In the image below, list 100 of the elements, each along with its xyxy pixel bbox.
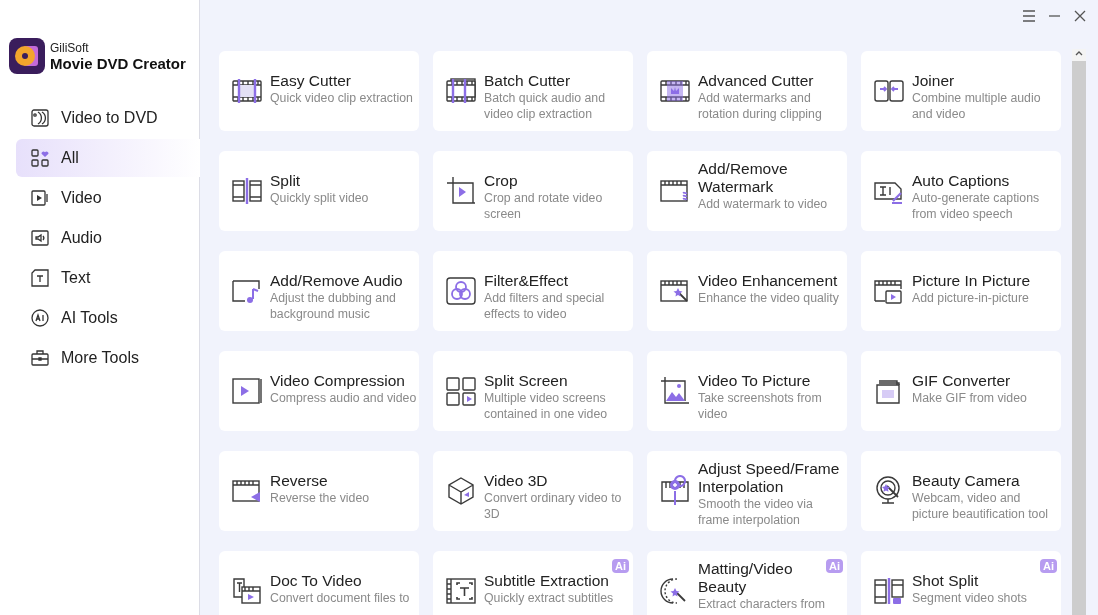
tool-title: Add/Remove Watermark xyxy=(698,160,789,196)
speed-icon xyxy=(659,475,691,507)
tool-card[interactable]: Split Quickly split video xyxy=(219,151,419,231)
tool-title: Video Compression xyxy=(270,372,405,390)
sidebar-item[interactable]: More Tools xyxy=(16,339,200,377)
tool-title: Video Enhancement xyxy=(698,272,838,290)
tool-description: Reverse the video xyxy=(270,490,370,506)
ai-badge: Ai xyxy=(1040,559,1057,573)
tool-description: Convert ordinary video to 3D xyxy=(484,490,623,522)
sidebar-item[interactable]: Audio xyxy=(16,219,200,257)
tool-title: Video To Picture xyxy=(698,372,811,390)
tool-title: Shot Split xyxy=(912,572,979,590)
tool-card[interactable]: Video To Picture Take screenshots from video xyxy=(647,351,847,431)
tool-card[interactable]: Auto Captions Auto-generate captions from video speech xyxy=(861,151,1061,231)
tool-description: Auto-generate captions from video speech xyxy=(912,190,1041,222)
tool-title: Split Screen xyxy=(484,372,568,390)
tool-card[interactable]: Advanced Cutter Add watermarks and rotation during clipping xyxy=(647,51,847,131)
tool-description: Crop and rotate video screen xyxy=(484,190,604,222)
sidebar-item[interactable]: Text xyxy=(16,259,200,297)
brand-name: GiliSoft xyxy=(50,40,90,55)
minimize-icon xyxy=(1049,14,1060,17)
subtitle-icon xyxy=(445,575,477,607)
tool-card[interactable]: Video Compression Compress audio and video xyxy=(219,351,419,431)
tool-description: Enhance the video quality xyxy=(698,290,839,306)
ai-badge: Ai xyxy=(826,559,843,573)
text-icon xyxy=(30,268,50,288)
tool-title: Matting/Video Beauty xyxy=(698,560,794,596)
tool-description: Make GIF from video xyxy=(912,390,1027,406)
tool-title: Joiner xyxy=(912,72,955,90)
tool-card[interactable]: Video 3D Convert ordinary video to 3D xyxy=(433,451,633,531)
ai-badge: Ai xyxy=(612,559,629,573)
tool-card[interactable]: Add/Remove Audio Adjust the dubbing and background music xyxy=(219,251,419,331)
tool-card[interactable]: Video Enhancement Enhance the video quality xyxy=(647,251,847,331)
tool-card[interactable]: Picture In Picture Add picture-in-picture xyxy=(861,251,1061,331)
tool-description: Add watermarks and rotation during clipping xyxy=(698,90,823,122)
sidebar-item[interactable]: AI Tools xyxy=(16,299,200,337)
tool-description: Extract characters from xyxy=(698,596,826,612)
tool-description: Add watermark to video xyxy=(698,196,828,212)
tool-title: Batch Cutter xyxy=(484,72,571,90)
tool-title: Filter&Effect xyxy=(484,272,569,290)
tool-title: Video 3D xyxy=(484,472,548,490)
video-compress-icon xyxy=(231,375,263,407)
tool-description: Batch quick audio and video clip extraction xyxy=(484,90,606,122)
tool-card[interactable]: Split Screen Multiple video screens contained in one video xyxy=(433,351,633,431)
document-video-icon xyxy=(231,575,263,607)
tool-title: Crop xyxy=(484,172,518,190)
tool-description: Take screenshots from video xyxy=(698,390,823,422)
tool-card[interactable]: Add/Remove Watermark Add watermark to video xyxy=(647,151,847,231)
tool-card[interactable]: Matting/Video Beauty Extract characters from Ai xyxy=(647,551,847,615)
tool-description: Quickly extract subtitles xyxy=(484,590,614,606)
tool-card[interactable]: Joiner Combine multiple audio and video xyxy=(861,51,1061,131)
tool-title: Reverse xyxy=(270,472,328,490)
tool-title: Advanced Cutter xyxy=(698,72,814,90)
tool-description: Add picture-in-picture xyxy=(912,290,1029,306)
tool-title: Doc To Video xyxy=(270,572,362,590)
tool-description: Smooth the video via frame interpolation xyxy=(698,496,814,528)
split-film-icon xyxy=(873,575,905,607)
tool-title: Easy Cutter xyxy=(270,72,351,90)
tool-card[interactable]: Adjust Speed/Frame Interpolation Smooth the video via frame interpolation xyxy=(647,451,847,531)
menu-icon xyxy=(1021,7,1037,24)
tool-card[interactable]: Doc To Video Convert document files to xyxy=(219,551,419,615)
tool-description: Convert document files to xyxy=(270,590,410,606)
ai-icon xyxy=(30,308,50,328)
app-logo xyxy=(9,38,45,74)
tool-title: Beauty Camera xyxy=(912,472,1020,490)
tool-title: GIF Converter xyxy=(912,372,1011,390)
tool-title: Add/Remove Audio xyxy=(270,272,403,290)
cube-icon xyxy=(445,475,477,507)
tool-title: Split xyxy=(270,172,301,190)
circles-icon xyxy=(445,275,477,307)
tool-description: Webcam, video and picture beautification tool xyxy=(912,490,1050,522)
tool-card[interactable]: Crop Crop and rotate video screen xyxy=(433,151,633,231)
tool-description: Compress audio and video xyxy=(270,390,417,406)
sidebar-item[interactable]: Video xyxy=(16,179,200,217)
split-film-icon xyxy=(231,175,263,207)
grid-icon xyxy=(30,148,50,168)
tool-description: Quick video clip extraction xyxy=(270,90,413,106)
tool-description: Quickly split video xyxy=(270,190,369,206)
toolbox-icon xyxy=(30,348,50,368)
tool-description: Multiple video screens contained in one video xyxy=(484,390,609,422)
tool-card[interactable]: Batch Cutter Batch quick audio and video clip extraction xyxy=(433,51,633,131)
tool-card[interactable]: Shot Split Segment video shots Ai xyxy=(861,551,1061,615)
audio-icon xyxy=(30,228,50,248)
crop-icon xyxy=(445,175,477,207)
tool-card[interactable]: Beauty Camera Webcam, video and picture beautification tool xyxy=(861,451,1061,531)
tool-card[interactable]: GIF Converter Make GIF from video xyxy=(861,351,1061,431)
tool-card[interactable]: Reverse Reverse the video xyxy=(219,451,419,531)
sidebar-item[interactable]: All xyxy=(16,139,200,177)
tool-description: Combine multiple audio and video xyxy=(912,90,1042,122)
tool-card[interactable]: Easy Cutter Quick video clip extraction xyxy=(219,51,419,131)
tool-title: Subtitle Extraction xyxy=(484,572,609,590)
tool-title: Adjust Speed/Frame Interpolation xyxy=(698,460,841,496)
tool-title: Auto Captions xyxy=(912,172,1010,190)
sidebar-item[interactable]: Video to DVD xyxy=(16,99,200,137)
tool-card[interactable]: Filter&Effect Add filters and special effects to video xyxy=(433,251,633,331)
tool-card[interactable]: Subtitle Extraction Quickly extract subtitles Ai xyxy=(433,551,633,615)
video-icon xyxy=(30,188,50,208)
image-icon xyxy=(659,375,691,407)
tool-title: Picture In Picture xyxy=(912,272,1031,290)
tool-description: Adjust the dubbing and background music xyxy=(270,290,397,322)
